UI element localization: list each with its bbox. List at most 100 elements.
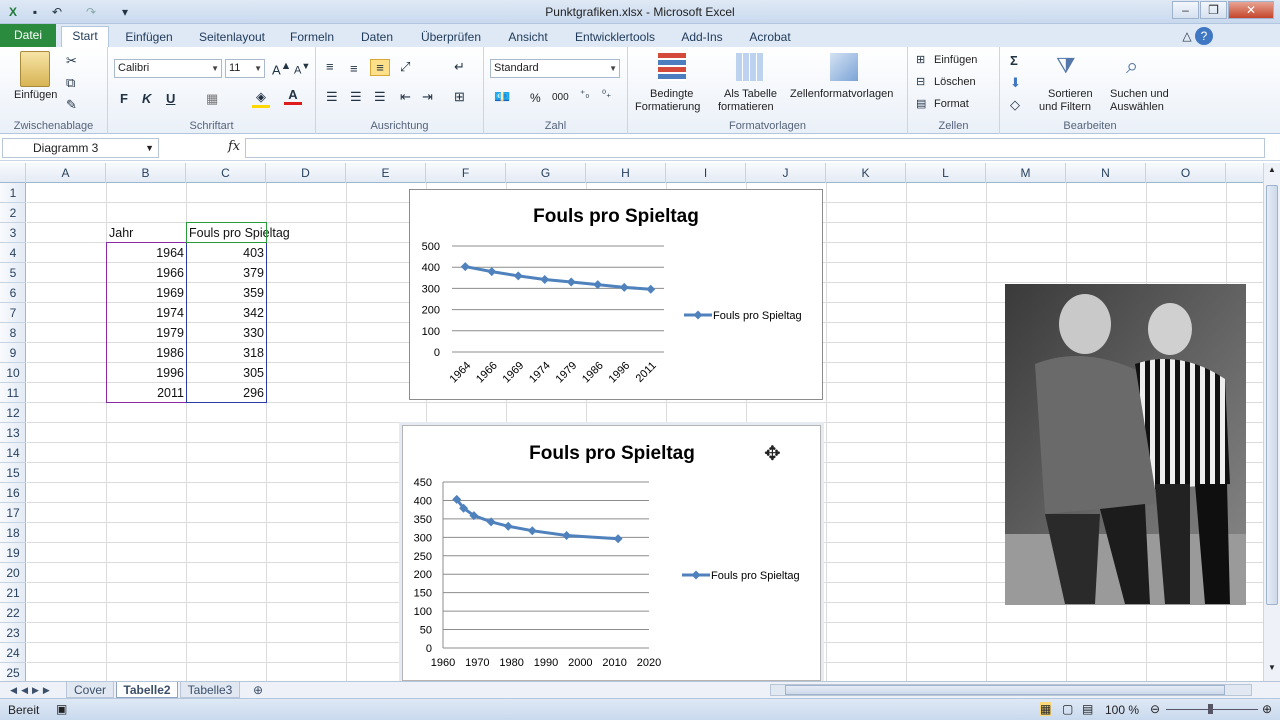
restore-button[interactable]: ❐: [1200, 1, 1227, 19]
sort-filter-label-1[interactable]: Sortieren: [1048, 88, 1093, 100]
tab-acrobat[interactable]: Acrobat: [742, 28, 798, 47]
thousands-button[interactable]: 000: [552, 92, 569, 103]
cut-icon[interactable]: ✂: [66, 53, 77, 69]
column-header-l[interactable]: L: [906, 163, 986, 183]
sheet-nav-arrows-icon[interactable]: ◀◀▶▶: [4, 682, 60, 698]
sheet-tab-cover[interactable]: Cover: [66, 682, 114, 698]
format-cells-icon[interactable]: ▤: [916, 97, 926, 110]
align-top-icon[interactable]: ≡: [326, 59, 334, 74]
font-color-icon[interactable]: A: [284, 87, 302, 105]
row-header-11[interactable]: 11: [0, 383, 26, 403]
tab-start[interactable]: Start: [61, 26, 109, 47]
column-header-f[interactable]: F: [426, 163, 506, 183]
tab-seitenlayout[interactable]: Seitenlayout: [192, 28, 272, 47]
tab-entwicklertools[interactable]: Entwicklertools: [568, 28, 662, 47]
clear-icon[interactable]: ◇: [1010, 97, 1020, 113]
orientation-icon[interactable]: ⤢: [400, 59, 410, 75]
find-select-icon[interactable]: ⌕: [1126, 53, 1138, 79]
football-photo[interactable]: [1005, 284, 1246, 605]
autosum-icon[interactable]: Σ: [1010, 53, 1018, 68]
row-header-18[interactable]: 18: [0, 523, 26, 543]
scroll-up-icon[interactable]: ▲: [1266, 165, 1278, 179]
row-header-16[interactable]: 16: [0, 483, 26, 503]
font-name-select[interactable]: Calibri ▼: [114, 59, 222, 78]
increase-indent-icon[interactable]: ⇥: [422, 89, 433, 105]
row-header-17[interactable]: 17: [0, 503, 26, 523]
horizontal-scroll-thumb[interactable]: [785, 685, 1225, 695]
column-header-b[interactable]: B: [106, 163, 186, 183]
column-header-m[interactable]: M: [986, 163, 1066, 183]
tab-add-ins[interactable]: Add-Ins: [674, 28, 730, 47]
paste-icon[interactable]: [20, 51, 50, 87]
row-header-2[interactable]: 2: [0, 203, 26, 223]
format-as-table-icon[interactable]: [736, 53, 764, 81]
conditional-formatting-label-2[interactable]: Formatierung: [635, 101, 700, 113]
chart-scatter[interactable]: Fouls pro Spieltag 0 50 100 150 200 250 300 350 4…: [402, 425, 821, 681]
macro-record-icon[interactable]: ▣: [56, 702, 67, 716]
insert-sheet-icon[interactable]: ⊕: [244, 682, 272, 698]
column-header-d[interactable]: D: [266, 163, 346, 183]
align-center-icon[interactable]: ☰: [350, 89, 362, 105]
column-header-g[interactable]: G: [506, 163, 586, 183]
row-header-9[interactable]: 9: [0, 343, 26, 363]
format-cells-button[interactable]: Format: [934, 98, 969, 110]
page-layout-view-icon[interactable]: ▢: [1062, 702, 1073, 716]
row-header-3[interactable]: 3: [0, 223, 26, 243]
help-icon[interactable]: ?: [1195, 27, 1213, 45]
delete-cells-button[interactable]: Löschen: [934, 76, 976, 88]
fill-icon[interactable]: ⬇: [1010, 75, 1021, 91]
select-all-corner[interactable]: [0, 163, 26, 183]
font-size-select[interactable]: 11 ▼: [225, 59, 265, 78]
tab-file[interactable]: Datei: [0, 24, 56, 47]
tab-ansicht[interactable]: Ansicht: [500, 28, 556, 47]
sheet-tab-tabelle3[interactable]: Tabelle3: [180, 682, 240, 698]
shrink-font-icon[interactable]: A▼: [294, 61, 310, 77]
currency-icon[interactable]: 💶: [494, 89, 510, 105]
zoom-out-icon[interactable]: ⊖: [1150, 702, 1160, 716]
row-header-5[interactable]: 5: [0, 263, 26, 283]
column-header-o[interactable]: O: [1146, 163, 1226, 183]
close-button[interactable]: ✕: [1228, 1, 1274, 19]
sheet-tab-tabelle2[interactable]: Tabelle2: [116, 682, 178, 698]
row-header-25[interactable]: 25: [0, 663, 26, 683]
chart-line[interactable]: Fouls pro Spieltag 0 100 200 300 400 500 1964 19…: [409, 189, 823, 400]
zoom-in-icon[interactable]: ⊕: [1262, 702, 1272, 716]
row-header-15[interactable]: 15: [0, 463, 26, 483]
column-header-k[interactable]: K: [826, 163, 906, 183]
wrap-text-icon[interactable]: ↵: [454, 59, 465, 75]
row-header-1[interactable]: 1: [0, 183, 26, 203]
delete-cells-icon[interactable]: ⊟: [916, 75, 925, 88]
align-bottom-icon[interactable]: ≡: [370, 59, 390, 76]
row-header-13[interactable]: 13: [0, 423, 26, 443]
row-header-23[interactable]: 23: [0, 623, 26, 643]
underline-button[interactable]: U: [166, 91, 175, 106]
paste-button[interactable]: Einfügen: [14, 89, 57, 101]
cell-styles-icon[interactable]: [830, 53, 858, 81]
vertical-scroll-thumb[interactable]: [1266, 185, 1278, 605]
row-header-24[interactable]: 24: [0, 643, 26, 663]
column-header-h[interactable]: H: [586, 163, 666, 183]
tab-ueberpruefen[interactable]: Überprüfen: [414, 28, 488, 47]
minimize-ribbon-icon[interactable]: △: [1178, 27, 1196, 45]
vertical-scrollbar[interactable]: ▲ ▼: [1263, 163, 1280, 681]
decrease-decimal-icon[interactable]: ⁰₊: [602, 89, 611, 100]
row-header-19[interactable]: 19: [0, 543, 26, 563]
sort-filter-label-2[interactable]: und Filtern: [1039, 101, 1091, 113]
fill-color-icon[interactable]: ◈: [252, 89, 270, 108]
bold-button[interactable]: F: [120, 91, 128, 106]
column-header-j[interactable]: J: [746, 163, 826, 183]
tab-einfuegen[interactable]: Einfügen: [118, 28, 180, 47]
row-header-14[interactable]: 14: [0, 443, 26, 463]
format-as-table-label-2[interactable]: formatieren: [718, 101, 774, 113]
cell-b3-header[interactable]: Jahr: [109, 223, 184, 243]
scroll-down-icon[interactable]: ▼: [1266, 663, 1278, 677]
merge-center-icon[interactable]: ⊞: [454, 89, 465, 105]
row-header-22[interactable]: 22: [0, 603, 26, 623]
insert-cells-button[interactable]: Einfügen: [934, 54, 977, 66]
cell-styles-label[interactable]: Zellenformatvorlagen: [790, 88, 893, 100]
zoom-slider-thumb[interactable]: [1208, 704, 1213, 714]
percent-button[interactable]: %: [530, 91, 541, 105]
row-header-21[interactable]: 21: [0, 583, 26, 603]
name-box[interactable]: Diagramm 3 ▼: [2, 138, 159, 158]
row-header-20[interactable]: 20: [0, 563, 26, 583]
